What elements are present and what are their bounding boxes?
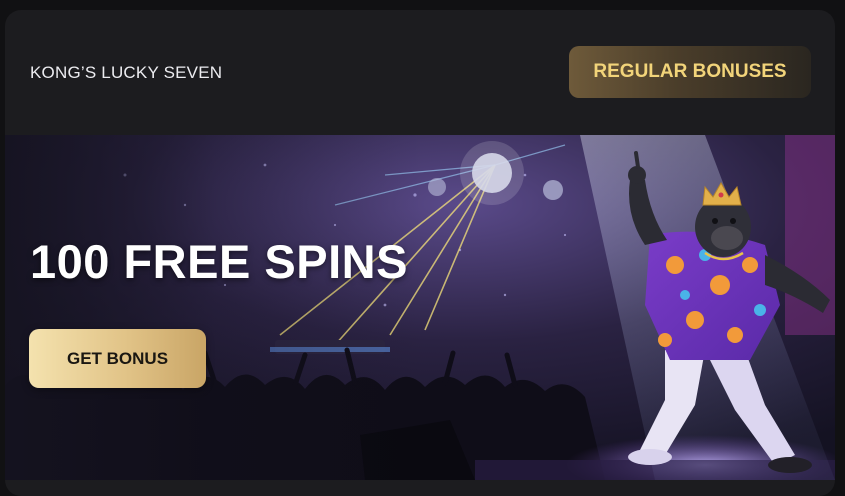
- game-title: KONG’S LUCKY SEVEN: [30, 63, 223, 82]
- promo-banner: 100 FREE SPINS GET BONUS: [5, 135, 835, 480]
- promo-title: 100 FREE SPINS: [30, 235, 408, 288]
- promo-illustration: [5, 135, 835, 480]
- card-header: KONG’S LUCKY SEVEN REGULAR BONUSES: [5, 10, 835, 135]
- bonus-card: KONG’S LUCKY SEVEN REGULAR BONUSES 100 F…: [5, 10, 835, 496]
- regular-bonuses-button[interactable]: REGULAR BONUSES: [569, 46, 811, 98]
- get-bonus-button[interactable]: GET BONUS: [29, 329, 206, 388]
